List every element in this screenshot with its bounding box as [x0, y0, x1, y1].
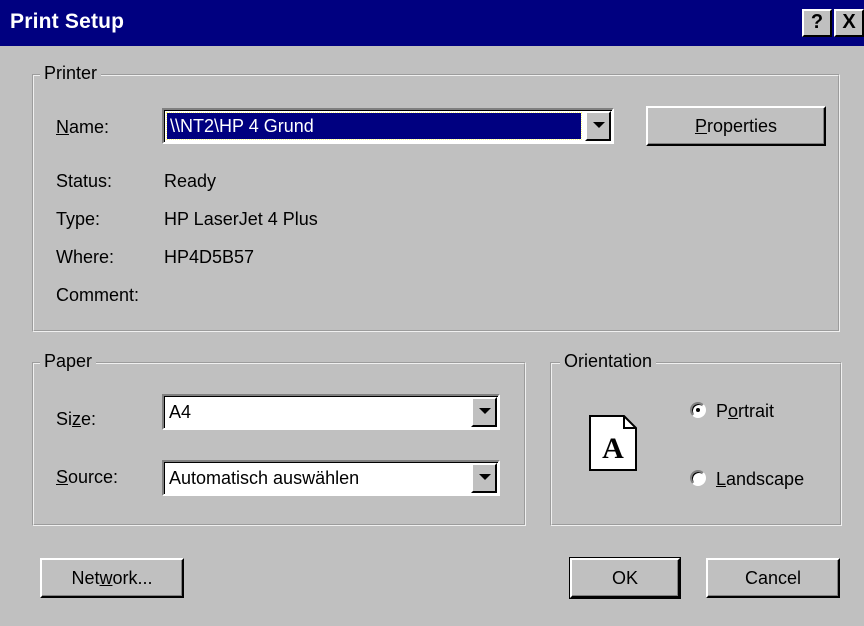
- paper-group-label: Paper: [40, 350, 97, 372]
- paper-size-value: A4: [169, 402, 192, 422]
- comment-label: Comment:: [56, 285, 140, 305]
- paper-source-combo[interactable]: Automatisch auswählen: [162, 460, 500, 496]
- landscape-label[interactable]: Landscape: [716, 468, 804, 490]
- radio-selected-dot: [696, 408, 700, 412]
- ok-button[interactable]: OK: [569, 557, 681, 599]
- paper-size-combo[interactable]: A4: [162, 394, 500, 430]
- cancel-button[interactable]: Cancel: [706, 558, 840, 598]
- chevron-down-icon[interactable]: [585, 111, 611, 141]
- network-button[interactable]: Network...: [40, 558, 184, 598]
- type-value: HP LaserJet 4 Plus: [164, 209, 318, 229]
- printer-group-label: Printer: [40, 62, 102, 84]
- chevron-down-icon[interactable]: [471, 397, 497, 427]
- printer-name-combo[interactable]: \\NT2\HP 4 Grund: [162, 108, 614, 144]
- portrait-radio[interactable]: [690, 402, 706, 418]
- properties-button[interactable]: Properties: [646, 106, 826, 146]
- status-label: Status:: [56, 171, 113, 191]
- portrait-label[interactable]: Portrait: [716, 400, 774, 422]
- orientation-group-label: Orientation: [560, 350, 657, 372]
- printer-name-value: \\NT2\HP 4 Grund: [170, 116, 314, 136]
- paper-group: [32, 362, 526, 526]
- help-button[interactable]: ?: [802, 9, 832, 37]
- printer-name-label: Name:: [56, 117, 110, 137]
- window-title: Print Setup: [10, 10, 125, 33]
- portrait-page-icon: A: [589, 415, 637, 471]
- status-value: Ready: [164, 171, 217, 191]
- size-label: Size:: [56, 409, 97, 429]
- title-bar: [0, 0, 864, 46]
- printer-name-selection: \\NT2\HP 4 Grund: [166, 112, 582, 140]
- close-button[interactable]: X: [834, 9, 864, 37]
- landscape-radio[interactable]: [690, 470, 706, 486]
- chevron-down-icon[interactable]: [471, 463, 497, 493]
- paper-source-value: Automatisch auswählen: [169, 468, 360, 488]
- page-icon-letter: A: [602, 432, 624, 465]
- type-label: Type:: [56, 209, 101, 229]
- where-value: HP4D5B57: [164, 247, 255, 267]
- where-label: Where:: [56, 247, 115, 267]
- source-label: Source:: [56, 467, 119, 487]
